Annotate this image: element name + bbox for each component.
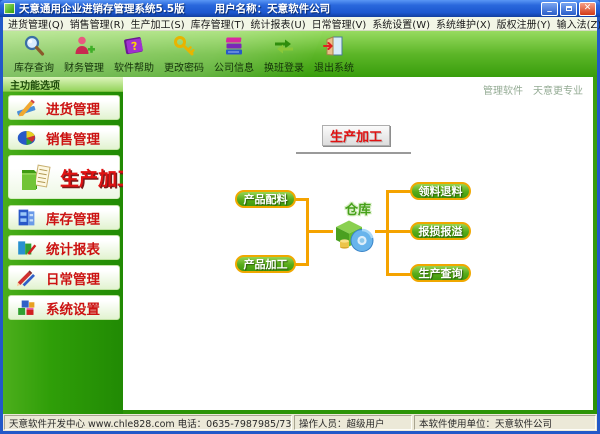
window-user-label: 用户名称：天意软件公司 bbox=[215, 1, 331, 16]
node-product-ingredients[interactable]: 产品配料 bbox=[235, 190, 296, 208]
page-title: 生产加工 bbox=[322, 125, 390, 146]
cabinet-icon bbox=[16, 207, 37, 228]
sidebar-item-label: 库存管理 bbox=[46, 208, 100, 228]
connector-line bbox=[306, 230, 333, 233]
sidebar-item-stock[interactable]: 库存管理 bbox=[8, 205, 120, 230]
toolbar-finance[interactable]: 财务管理 bbox=[59, 31, 109, 77]
sidebar: 主功能选项 进货管理 销售管理 bbox=[3, 77, 123, 414]
node-product-processing[interactable]: 产品加工 bbox=[235, 255, 296, 273]
toolbar-label: 退出系统 bbox=[314, 59, 354, 74]
finance-person-icon bbox=[72, 34, 96, 58]
menu-settings[interactable]: 系统设置(W) bbox=[369, 16, 433, 31]
close-button[interactable]: ✕ bbox=[579, 2, 596, 16]
statusbar: 天意软件开发中心 www.chle828.com 电话：0635-7987985… bbox=[3, 414, 597, 431]
toolbar-stock-query[interactable]: 库存查询 bbox=[9, 31, 59, 77]
toolbar-change-password[interactable]: 更改密码 bbox=[159, 31, 209, 77]
sidebar-item-label: 系统设置 bbox=[46, 298, 100, 318]
sidebar-item-reports[interactable]: 统计报表 bbox=[8, 235, 120, 260]
key-icon bbox=[172, 34, 196, 58]
sidebar-items: 进货管理 销售管理 生产加工 bbox=[3, 92, 123, 320]
menubar: 进货管理(Q) 销售管理(R) 生产加工(S) 库存管理(T) 统计报表(U) … bbox=[3, 17, 597, 31]
exit-door-icon bbox=[322, 34, 346, 58]
title-underline bbox=[296, 152, 411, 154]
titlebar: 天意通用企业进销存管理系统5.5版 用户名称：天意软件公司 _ ✕ bbox=[0, 0, 600, 17]
app-window: 天意通用企业进销存管理系统5.5版 用户名称：天意软件公司 _ ✕ 进货管理(Q… bbox=[0, 0, 600, 434]
menu-maintenance[interactable]: 系统维护(X) bbox=[433, 16, 494, 31]
sidebar-item-purchase[interactable]: 进货管理 bbox=[8, 95, 120, 120]
sidebar-header: 主功能选项 bbox=[3, 77, 123, 92]
menu-sales[interactable]: 销售管理(R) bbox=[67, 16, 128, 31]
warehouse-cube-cd-icon bbox=[331, 216, 377, 256]
report-books-icon bbox=[16, 237, 37, 258]
sidebar-item-production[interactable]: 生产加工 bbox=[8, 155, 120, 199]
menu-purchase[interactable]: 进货管理(Q) bbox=[5, 16, 67, 31]
menu-register[interactable]: 版权注册(Y) bbox=[494, 16, 554, 31]
sidebar-item-label: 进货管理 bbox=[46, 98, 100, 118]
pie-chart-icon bbox=[16, 127, 37, 148]
connector-line bbox=[386, 230, 411, 233]
folder-doc-icon bbox=[19, 160, 53, 194]
minimize-button[interactable]: _ bbox=[541, 2, 558, 16]
toolbar-exit[interactable]: 退出系统 bbox=[309, 31, 359, 77]
toolbar-help[interactable]: ? 软件帮助 bbox=[109, 31, 159, 77]
sidebar-item-label: 日常管理 bbox=[46, 268, 100, 288]
window-title: 天意通用企业进销存管理系统5.5版 bbox=[19, 1, 185, 16]
toolbar-label: 换班登录 bbox=[264, 59, 304, 74]
node-production-query[interactable]: 生产查询 bbox=[410, 264, 471, 282]
help-book-icon: ? bbox=[122, 34, 146, 58]
toolbar-label: 公司信息 bbox=[214, 59, 254, 74]
toolbar-label: 更改密码 bbox=[164, 59, 204, 74]
connector-line bbox=[386, 190, 411, 193]
toolbar-company-info[interactable]: 公司信息 bbox=[209, 31, 259, 77]
node-material-requisition[interactable]: 领料退料 bbox=[410, 182, 471, 200]
sidebar-item-label: 销售管理 bbox=[46, 128, 100, 148]
books-stack-icon bbox=[222, 34, 246, 58]
blocks-icon bbox=[16, 297, 37, 318]
sidebar-item-daily[interactable]: 日常管理 bbox=[8, 265, 120, 290]
menu-daily[interactable]: 日常管理(V) bbox=[309, 16, 370, 31]
menu-ime[interactable]: 输入法(Z) bbox=[554, 16, 600, 31]
status-operator: 操作人员：超级用户 bbox=[294, 415, 412, 430]
sidebar-item-sales[interactable]: 销售管理 bbox=[8, 125, 120, 150]
toolbar-label: 库存查询 bbox=[14, 59, 54, 74]
toolbar-label: 软件帮助 bbox=[114, 59, 154, 74]
sidebar-item-settings[interactable]: 系统设置 bbox=[8, 295, 120, 320]
pencil-ruler-icon bbox=[16, 97, 37, 118]
menu-production[interactable]: 生产加工(S) bbox=[127, 16, 187, 31]
status-developer: 天意软件开发中心 www.chle828.com 电话：0635-7987985… bbox=[4, 415, 292, 430]
toolbar: 库存查询 财务管理 ? 软件帮助 更改密码 公司信息 bbox=[3, 31, 597, 77]
toolbar-shift-login[interactable]: 换班登录 bbox=[259, 31, 309, 77]
body-frame: 主功能选项 进货管理 销售管理 bbox=[3, 77, 597, 414]
menu-stock[interactable]: 库存管理(T) bbox=[188, 16, 248, 31]
restore-button[interactable] bbox=[560, 2, 577, 16]
pens-icon bbox=[16, 267, 37, 288]
watermark-slogan: 管理软件 天意更专业 bbox=[483, 82, 583, 97]
app-icon bbox=[4, 3, 15, 14]
sidebar-item-label: 统计报表 bbox=[46, 238, 100, 258]
status-company: 本软件使用单位：天意软件公司 bbox=[414, 415, 596, 430]
menu-reports[interactable]: 统计报表(U) bbox=[248, 16, 309, 31]
toolbar-label: 财务管理 bbox=[64, 59, 104, 74]
main-content: 管理软件 天意更专业 生产加工 产品配料 产品加工 领料退料 报损报溢 生产查询… bbox=[123, 77, 593, 410]
magnifier-icon bbox=[22, 34, 46, 58]
shift-swap-icon bbox=[272, 34, 296, 58]
node-loss-overflow[interactable]: 报损报溢 bbox=[410, 222, 471, 240]
connector-line bbox=[386, 273, 411, 276]
restore-icon bbox=[566, 6, 572, 11]
